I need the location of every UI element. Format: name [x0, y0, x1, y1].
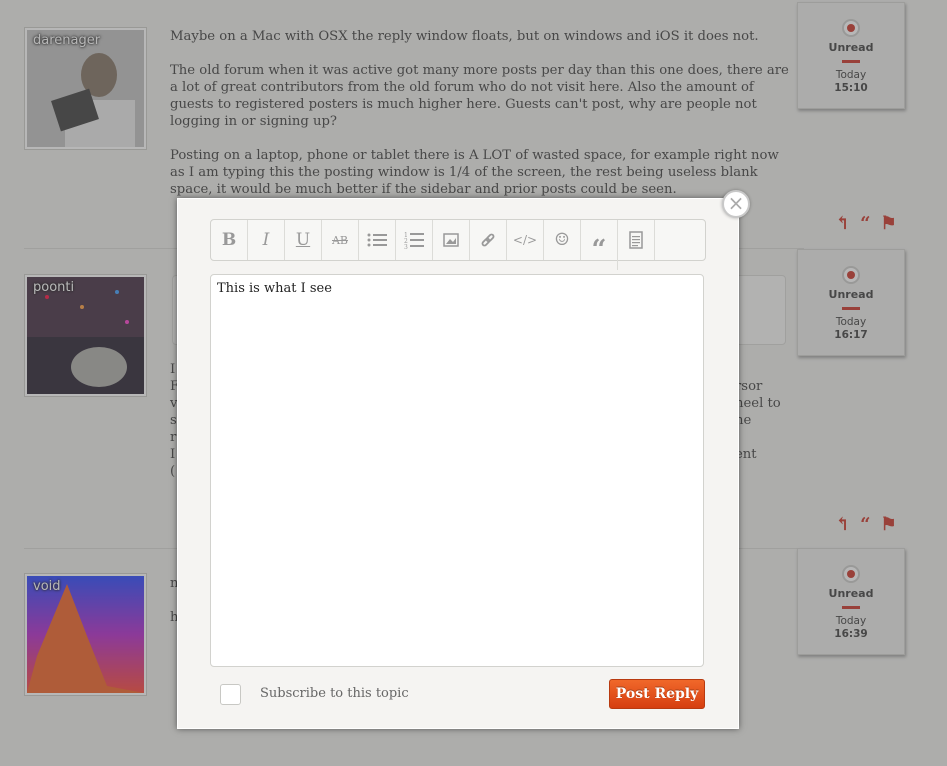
subscribe-label[interactable]: Subscribe to this topic: [260, 686, 409, 701]
bold-button[interactable]: B: [211, 220, 248, 260]
underline-button[interactable]: U: [285, 220, 322, 260]
svg-text:3: 3: [404, 244, 408, 249]
link-icon: [481, 233, 495, 247]
emoji-button[interactable]: ☺: [544, 220, 581, 260]
numbered-list-button[interactable]: 123: [396, 220, 433, 260]
bulleted-list-button[interactable]: [359, 220, 396, 260]
link-button[interactable]: [470, 220, 507, 260]
editor-text: This is what I see: [217, 281, 332, 296]
subscribe-checkbox[interactable]: [220, 684, 241, 705]
bulleted-list-icon: [367, 233, 387, 247]
close-icon[interactable]: ×: [722, 190, 750, 218]
strikethrough-button[interactable]: AB: [322, 220, 359, 260]
image-button[interactable]: [433, 220, 470, 260]
numbered-list-icon: 123: [404, 232, 424, 249]
reply-dialog: B I U AB 123 </> ☺ “ This is what I see …: [177, 198, 739, 729]
document-button[interactable]: [618, 220, 655, 260]
reply-editor[interactable]: This is what I see: [210, 274, 704, 667]
document-icon: [629, 231, 643, 249]
editor-toolbar: B I U AB 123 </> ☺ “: [210, 219, 706, 270]
post-reply-button[interactable]: Post Reply: [609, 679, 705, 709]
code-button[interactable]: </>: [507, 220, 544, 260]
image-icon: [443, 233, 459, 247]
italic-button[interactable]: I: [248, 220, 285, 260]
quote-button[interactable]: “: [581, 220, 618, 270]
